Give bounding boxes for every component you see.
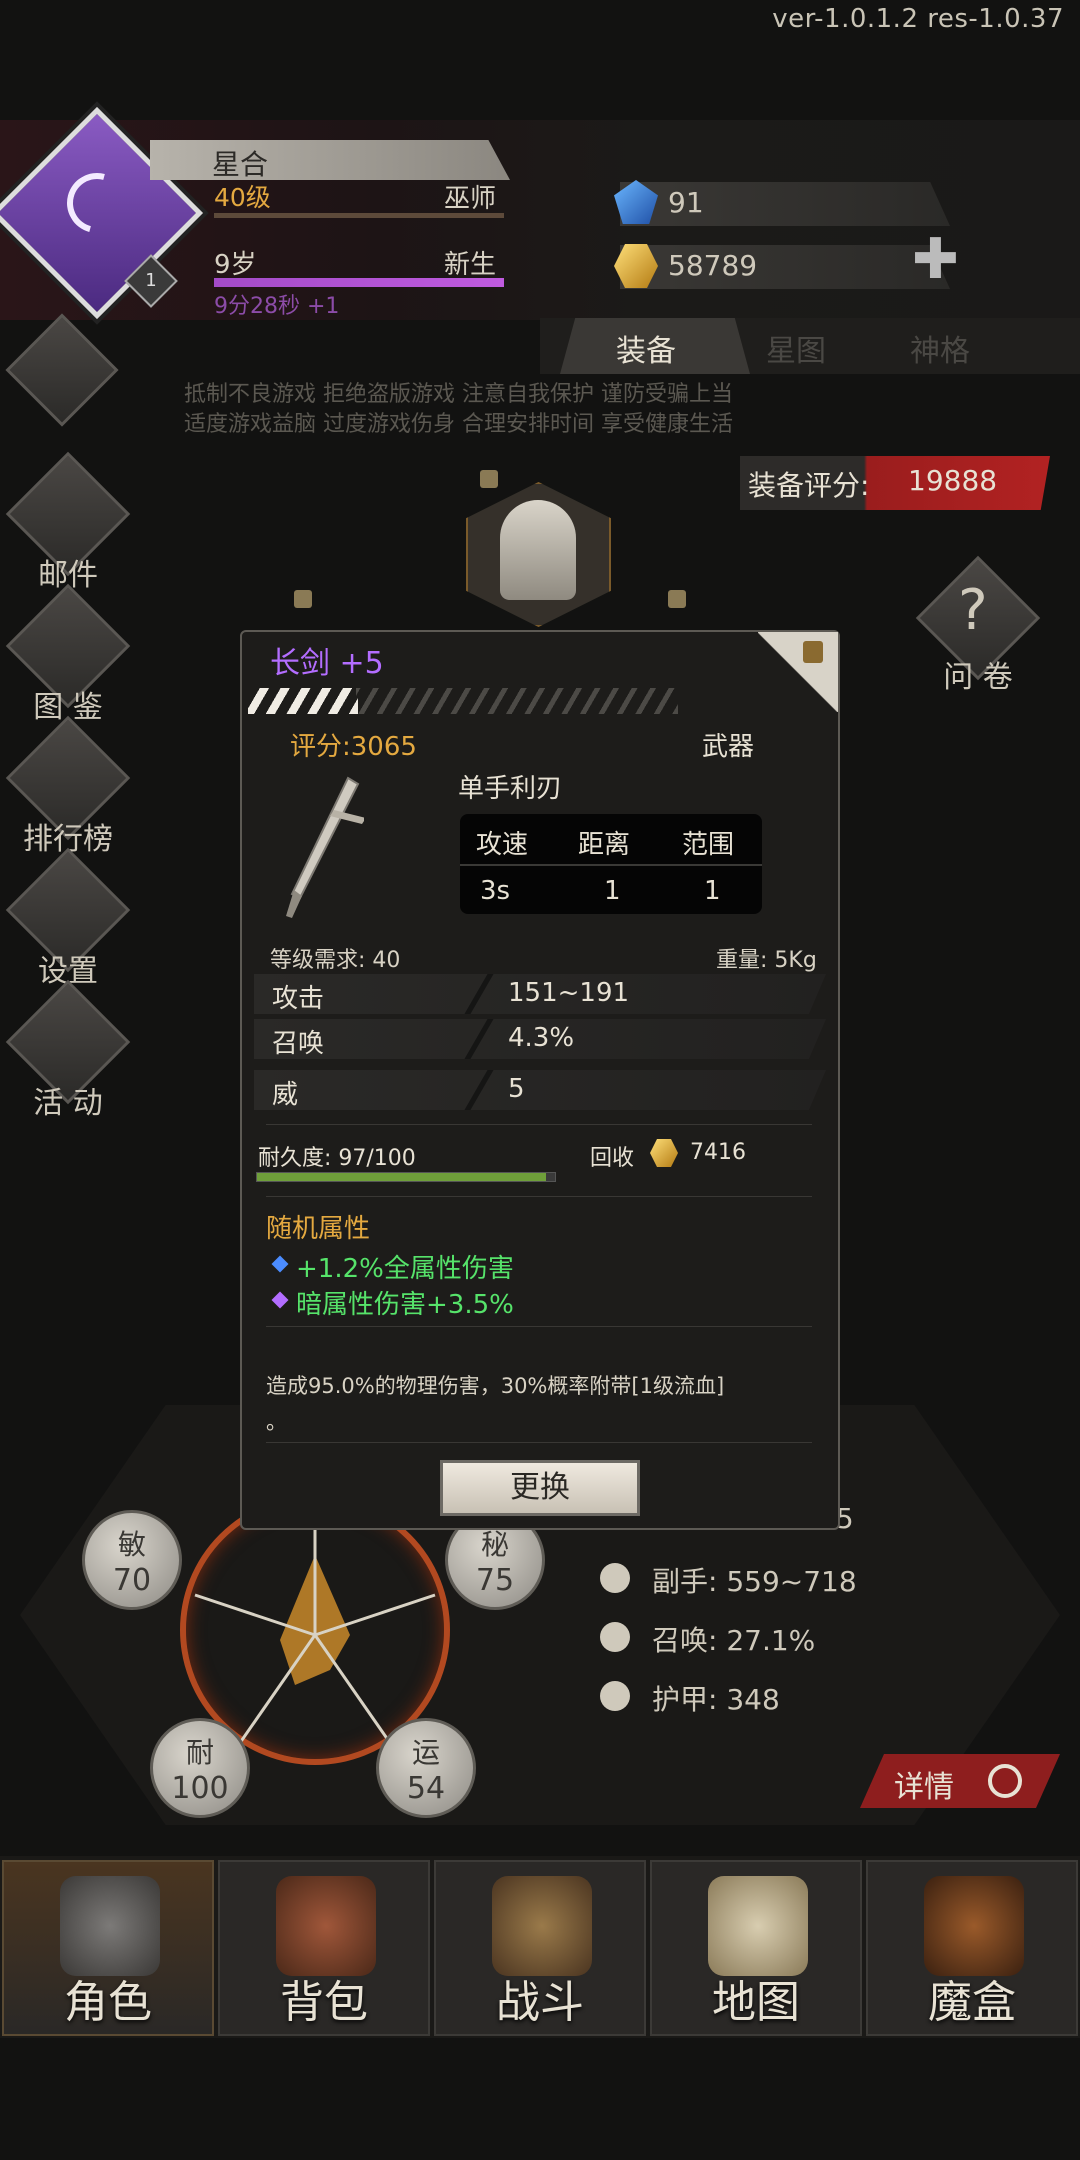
lock-icon[interactable] <box>803 641 823 663</box>
enhance-progress-filled <box>248 688 358 714</box>
random-attr: +1.2%全属性伤害 <box>296 1254 514 1284</box>
age-timer: 9分28秒 +1 <box>214 294 340 319</box>
lock-icon <box>480 470 498 488</box>
nav-character[interactable]: 角色 <box>2 1860 214 2036</box>
durability-label: 耐久度: 97/100 <box>258 1146 416 1171</box>
weapon-stat-table: 攻速 距离 范围 3s 1 1 <box>460 814 762 914</box>
recycle-label: 回收 <box>590 1146 635 1171</box>
item-subtype: 单手利刃 <box>458 774 563 804</box>
nav-map[interactable]: 地图 <box>650 1860 862 2036</box>
menu-toggle-button[interactable] <box>5 313 119 427</box>
sword-icon <box>286 776 364 918</box>
stat-row-value: 5 <box>508 1074 525 1104</box>
battle-stat-armor: 护甲: 348 <box>652 1683 780 1716</box>
search-icon <box>988 1764 1022 1798</box>
attr-endurance[interactable]: 耐 100 <box>150 1718 250 1818</box>
recycle-value: 7416 <box>690 1140 746 1165</box>
stat-row-value: 151~191 <box>508 978 630 1008</box>
player-age: 9岁 <box>214 250 257 280</box>
age-bar <box>214 278 504 287</box>
player-name: 星合 <box>212 148 269 181</box>
tab-divinity[interactable]: 神格 <box>910 326 970 370</box>
stat-header-range: 距离 <box>578 830 631 860</box>
add-currency-button[interactable]: ✚ <box>912 232 959 288</box>
player-class: 巫师 <box>444 184 497 214</box>
player-level: 40级 <box>214 183 271 212</box>
player-stage: 新生 <box>444 250 497 280</box>
version-label: ver-1.0.1.2 res-1.0.37 <box>772 4 1064 34</box>
stat-header-speed: 攻速 <box>476 830 529 860</box>
tab-equipment[interactable]: 装备 <box>616 326 676 370</box>
gold-count: 58789 <box>668 249 758 282</box>
nav-magic-box[interactable]: 魔盒 <box>866 1860 1078 2036</box>
summon-icon <box>600 1622 630 1652</box>
enhance-progress-empty <box>356 688 678 714</box>
stat-row-key: 召唤 <box>272 1029 325 1059</box>
offhand-icon <box>600 1563 630 1593</box>
swap-button[interactable]: 更换 <box>440 1460 640 1516</box>
stat-header-area: 范围 <box>682 830 735 860</box>
helmet-icon <box>60 1876 160 1976</box>
gem-count: 91 <box>668 186 704 219</box>
nav-backpack[interactable]: 背包 <box>218 1860 430 2036</box>
card-corner <box>758 632 838 712</box>
armor-icon <box>600 1681 630 1711</box>
nav-battle[interactable]: 战斗 <box>434 1860 646 2036</box>
attr-agility[interactable]: 敏 70 <box>82 1510 182 1610</box>
item-weight: 重量: 5Kg <box>716 948 817 973</box>
battle-stat-offhand: 副手: 559~718 <box>652 1565 857 1598</box>
attr-luck[interactable]: 运 54 <box>376 1718 476 1818</box>
question-mark-glyph: ? <box>958 578 988 643</box>
stat-value-area: 1 <box>704 876 721 906</box>
stat-row <box>254 1070 826 1110</box>
lock-icon <box>294 590 312 608</box>
equipment-score: 装备评分: 19888 <box>740 456 1050 510</box>
item-category: 武器 <box>702 732 755 762</box>
item-description: 造成95.0%的物理伤害，30%概率附带[1级流血] 。 <box>266 1374 725 1434</box>
random-attr: 暗属性伤害+3.5% <box>296 1290 514 1320</box>
tab-starmap[interactable]: 星图 <box>766 326 826 370</box>
stat-row-key: 攻击 <box>272 984 325 1014</box>
sidebar-item-events[interactable]: 活 动 <box>8 1078 128 1122</box>
health-notice: 抵制不良游戏 拒绝盗版游戏 注意自我保护 谨防受骗上当 适度游戏益脑 过度游戏伤… <box>184 382 733 437</box>
stat-value-range: 1 <box>604 876 621 906</box>
stat-value-speed: 3s <box>480 876 511 906</box>
scroll-map-icon <box>708 1876 808 1976</box>
battle-stat-summon: 召唤: 27.1% <box>652 1624 816 1657</box>
helmet-icon <box>500 500 576 600</box>
sidebar-item-survey[interactable]: 问 卷 <box>918 652 1038 696</box>
level-requirement: 等级需求: 40 <box>270 948 401 973</box>
item-rating: 评分:3065 <box>290 732 417 762</box>
name-plate: 星合 <box>150 140 510 180</box>
shield-sword-icon <box>492 1876 592 1976</box>
magic-cube-icon <box>924 1876 1024 1976</box>
stat-row-value: 4.3% <box>508 1023 575 1053</box>
exp-bar <box>214 213 504 218</box>
random-attributes-title: 随机属性 <box>266 1214 371 1244</box>
durability-bar <box>256 1172 556 1182</box>
stat-row-key: 威 <box>272 1080 299 1110</box>
lock-icon <box>668 590 686 608</box>
item-name: 长剑 +5 <box>270 646 384 681</box>
detail-button[interactable]: 详情 <box>860 1754 1060 1808</box>
backpack-icon <box>276 1876 376 1976</box>
